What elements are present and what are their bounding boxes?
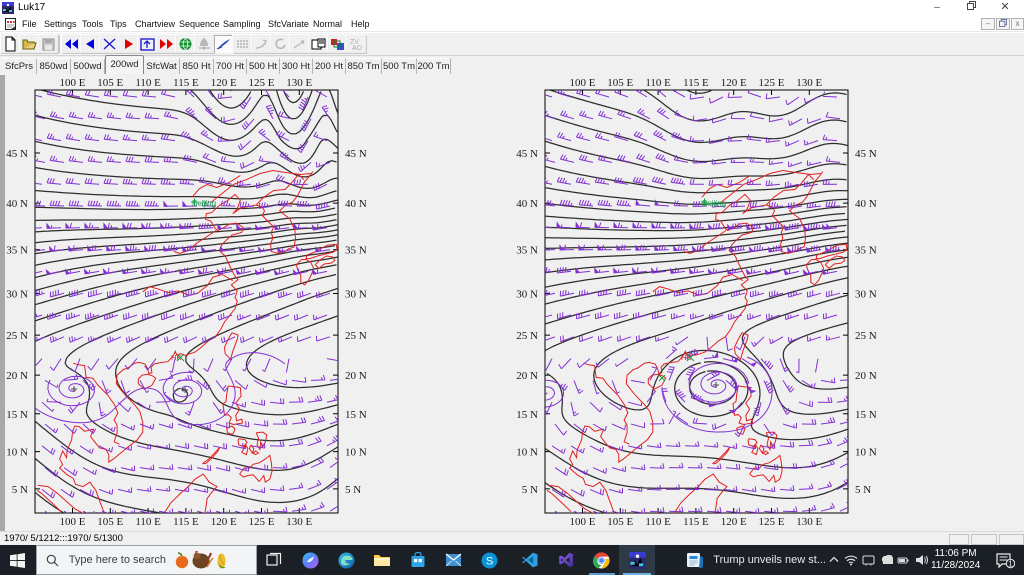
svg-text:20 N: 20 N (6, 370, 28, 382)
svg-text:110 E: 110 E (645, 516, 671, 528)
svg-text:AO: AO (352, 45, 363, 52)
svg-text:25 N: 25 N (6, 330, 28, 342)
svg-text:25 N: 25 N (516, 330, 538, 342)
svg-text:125 E: 125 E (249, 77, 275, 89)
svg-text:100 E: 100 E (570, 77, 596, 89)
svg-text:25 N: 25 N (345, 330, 367, 342)
svg-text:30 N: 30 N (516, 289, 538, 301)
svg-text:45 N: 45 N (345, 148, 367, 160)
svg-text:35 N: 35 N (6, 245, 28, 257)
svg-text:40 N: 40 N (345, 198, 367, 210)
svg-text:30 N: 30 N (345, 289, 367, 301)
svg-text:115 E: 115 E (173, 516, 199, 528)
svg-text:130 E: 130 E (796, 516, 822, 528)
svg-text:30 N: 30 N (6, 289, 28, 301)
svg-text:130 E: 130 E (796, 77, 822, 89)
svg-text:20 N: 20 N (855, 370, 877, 382)
svg-text:115 E: 115 E (683, 516, 709, 528)
svg-text:115 E: 115 E (173, 77, 199, 89)
svg-text:30 N: 30 N (855, 289, 877, 301)
svg-text:40 N: 40 N (516, 198, 538, 210)
svg-text:120 E: 120 E (721, 516, 747, 528)
svg-text:130 E: 130 E (286, 516, 312, 528)
svg-text:125 E: 125 E (759, 77, 785, 89)
svg-text:100 E: 100 E (60, 77, 86, 89)
svg-text:100 E: 100 E (570, 516, 596, 528)
svg-text:Beijing: Beijing (702, 199, 726, 208)
svg-text:35 N: 35 N (855, 245, 877, 257)
svg-text:110 E: 110 E (135, 77, 161, 89)
svg-text:105 E: 105 E (97, 516, 123, 528)
svg-text:40 N: 40 N (855, 198, 877, 210)
svg-text:10 N: 10 N (516, 447, 538, 459)
svg-text:5 N: 5 N (345, 484, 361, 496)
svg-text:5 N: 5 N (522, 484, 538, 496)
svg-text:120 E: 120 E (211, 516, 237, 528)
svg-text:S: S (486, 555, 493, 567)
svg-text:1: 1 (1008, 559, 1013, 568)
svg-text:15 N: 15 N (855, 409, 877, 421)
svg-text:Beijing: Beijing (192, 199, 216, 208)
svg-text:40 N: 40 N (6, 198, 28, 210)
svg-text:115 E: 115 E (683, 77, 709, 89)
svg-text:10 N: 10 N (345, 447, 367, 459)
svg-text:105 E: 105 E (607, 516, 633, 528)
svg-text:25 N: 25 N (855, 330, 877, 342)
svg-text:5 N: 5 N (855, 484, 871, 496)
svg-text:HK: HK (681, 353, 691, 362)
svg-text:110 E: 110 E (645, 77, 671, 89)
svg-text:130 E: 130 E (286, 77, 312, 89)
svg-text:45 N: 45 N (6, 148, 28, 160)
svg-text:35 N: 35 N (516, 245, 538, 257)
svg-text:45 N: 45 N (516, 148, 538, 160)
svg-text:HK: HK (171, 353, 181, 362)
svg-text:20 N: 20 N (516, 370, 538, 382)
svg-text:120 E: 120 E (211, 77, 237, 89)
svg-text:100 E: 100 E (60, 516, 86, 528)
svg-text:15 N: 15 N (345, 409, 367, 421)
svg-text:105 E: 105 E (607, 77, 633, 89)
svg-text:125 E: 125 E (759, 516, 785, 528)
svg-text:10 N: 10 N (6, 447, 28, 459)
svg-text:10 N: 10 N (855, 447, 877, 459)
svg-text:35 N: 35 N (345, 245, 367, 257)
svg-text:105 E: 105 E (97, 77, 123, 89)
svg-text:45 N: 45 N (855, 148, 877, 160)
svg-text:5 N: 5 N (12, 484, 28, 496)
svg-text:110 E: 110 E (135, 516, 161, 528)
svg-text:125 E: 125 E (249, 516, 275, 528)
svg-text:15 N: 15 N (516, 409, 538, 421)
svg-text:20 N: 20 N (345, 370, 367, 382)
svg-text:120 E: 120 E (721, 77, 747, 89)
svg-text:15 N: 15 N (6, 409, 28, 421)
